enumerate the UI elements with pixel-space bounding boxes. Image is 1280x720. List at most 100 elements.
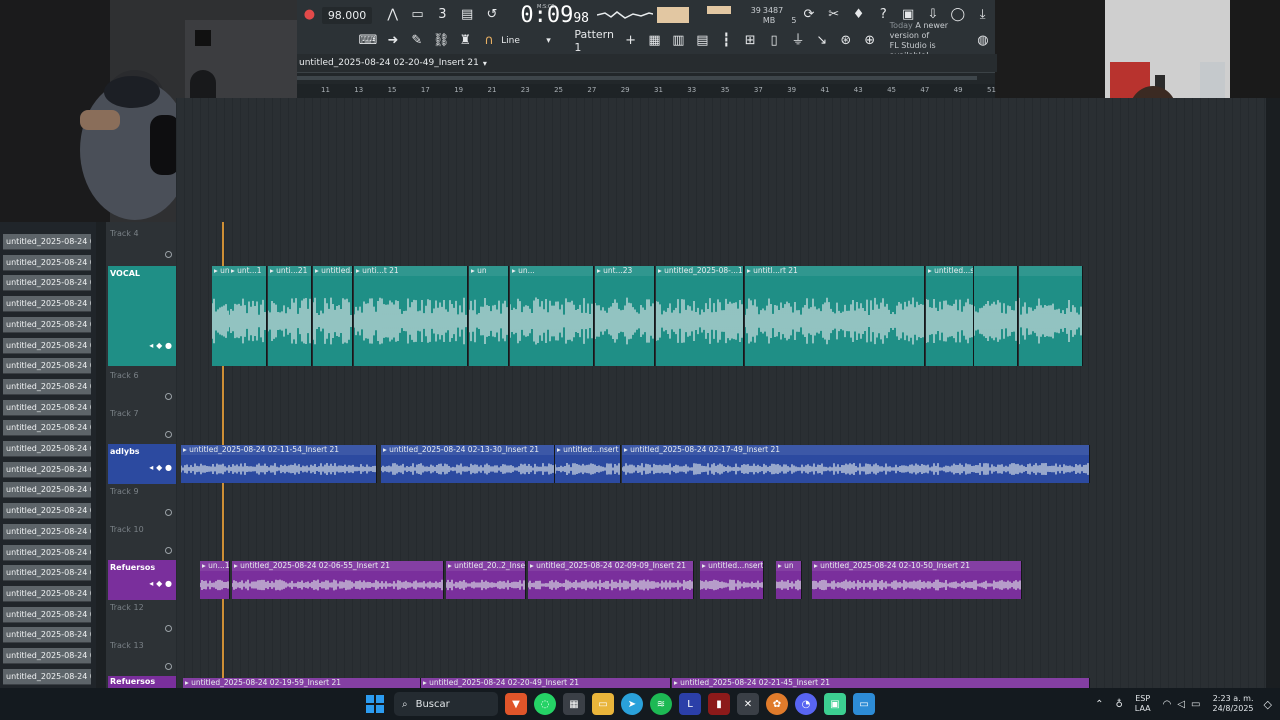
link-icon[interactable]: ⛓ (433, 32, 450, 50)
spotify-app-icon[interactable]: ≋ (650, 693, 672, 715)
keyboard-icon[interactable]: ⌨ (359, 32, 378, 50)
refuersos-clip[interactable]: ▸ un (776, 561, 802, 599)
vocal-clip[interactable]: ▸ unt...23 (595, 266, 655, 366)
vocal-clip[interactable]: ▸ unti...t 21 (354, 266, 468, 366)
adlybs-clip[interactable]: ▸ untitled_2025-08-24 02-11-54_Insert 21 (181, 445, 377, 483)
playlist-icon[interactable]: ▦ (647, 32, 663, 50)
refuersos-clip[interactable]: ▸ untitled_2025-08-24 02-06-55_Insert 21 (232, 561, 444, 599)
vocal-clip[interactable]: ▸ unt..21 (212, 266, 230, 366)
picker-item[interactable]: untitled_2025-08-24 02-... (3, 461, 91, 478)
track-header-7[interactable]: Track 7 (108, 406, 176, 442)
track-header-10[interactable]: Track 10 (108, 522, 176, 558)
refuersos-clip[interactable]: ▸ un...1 (200, 561, 230, 599)
download-icon[interactable]: ⤓ (974, 6, 991, 24)
tempo-display[interactable]: 98.000 (321, 6, 373, 24)
picker-item[interactable]: untitled_2025-08-24 01-... (3, 399, 91, 416)
vertical-scrollbar[interactable] (1266, 98, 1280, 688)
capcut-app-icon[interactable]: ✕ (737, 693, 759, 715)
brave-app-icon[interactable]: ▼ (505, 693, 527, 715)
picker-item[interactable]: untitled_2025-08-24 02-... (3, 565, 91, 582)
notification-icon[interactable]: ◇ (1264, 698, 1272, 711)
picker-item[interactable]: untitled_2025-08-24 02-... (3, 606, 91, 623)
globe-icon[interactable]: ◍ (975, 32, 991, 50)
vocal-clip[interactable] (974, 266, 1018, 366)
channel-rack-icon[interactable]: ▤ (694, 32, 710, 50)
cart-icon[interactable]: ⊕ (862, 32, 878, 50)
picker-item[interactable]: untitled_2025-08-24 01-... (3, 234, 91, 250)
picker-item[interactable]: untitled_2025-08-24 01-... (3, 296, 91, 313)
wait-input-icon[interactable]: ▭ (409, 6, 426, 24)
mixer-icon[interactable]: ┇ (718, 32, 734, 50)
file-explorer-app-icon[interactable]: ▭ (592, 693, 614, 715)
track-toggle-icon[interactable] (165, 509, 172, 516)
playlist-title-chevron-icon[interactable]: ▾ (483, 59, 487, 68)
tool-icon[interactable]: ↘ (814, 32, 830, 50)
picker-item[interactable]: untitled_2025-08-24 01-... (3, 254, 91, 271)
track-toggle-icon[interactable] (165, 663, 172, 670)
track-toggle-icon[interactable] (165, 547, 172, 554)
refuersos-clip[interactable]: ▸ untitled_20..2_Insert 21 (446, 561, 526, 599)
playlist-title-bar[interactable]: untitled_2025-08-24 02-20-49_Insert 21 ▾ (297, 54, 997, 72)
piano-roll-icon[interactable]: ▥ (670, 32, 686, 50)
track-header-vocal[interactable]: VOCAL ◂ ◆ ● (108, 266, 176, 366)
track-toggle-icon[interactable] (165, 251, 172, 258)
clock[interactable]: 2:23 a. m. 24/8/2025 (1213, 694, 1254, 714)
browser-icon[interactable]: ⊞ (742, 32, 758, 50)
refresh-icon[interactable]: ⟳ (801, 6, 818, 24)
picker-item[interactable]: untitled_2025-08-24 01-... (3, 378, 91, 395)
refuersos-clip[interactable]: ▸ untitled_2025-08-24 02-10-50_Insert 21 (812, 561, 1022, 599)
vocal-clip[interactable]: ▸ unt...1 (229, 266, 267, 366)
magnet-icon[interactable]: ∩ (481, 32, 497, 50)
track-toggle-icon[interactable] (165, 393, 172, 400)
picker-item[interactable]: untitled_2025-08-24 02-... (3, 585, 91, 602)
track-toggle-icon[interactable] (165, 431, 172, 438)
record-icon[interactable]: ● (301, 6, 318, 24)
fl-studio-app-icon[interactable]: ✿ (766, 693, 788, 715)
refuersos2-clip[interactable]: ▸ untitled_2025-08-24 02-21-45_Insert 21 (672, 678, 1090, 688)
track-header-adlybs[interactable]: adlybs ◂ ◆ ● (108, 444, 176, 484)
file-icon[interactable]: ▯ (766, 32, 782, 50)
picker-item[interactable]: untitled_2025-08-24 02-... (3, 627, 91, 644)
picker-item[interactable]: untitled_2025-08-24 01-... (3, 358, 91, 375)
adlybs-clip[interactable]: ▸ untitled_2025-08-24 02-13-30_Insert 21 (381, 445, 555, 483)
track-mute-icon[interactable]: ◂ ◆ ● (149, 579, 172, 588)
picker-item[interactable]: untitled_2025-08-24 02-... (3, 503, 91, 520)
track-header-4[interactable]: Track 4 (108, 226, 176, 262)
song-time-display[interactable]: 0:0998 (520, 3, 589, 28)
track-toggle-icon[interactable] (165, 625, 172, 632)
picker-item[interactable]: untitled_2025-08-24 01-... (3, 441, 91, 457)
vocal-clip[interactable]: ▸ untitled...sert 21 (926, 266, 974, 366)
whatsapp-app-icon[interactable]: ◌ (534, 693, 556, 715)
battery-icon[interactable]: ▭ (1191, 699, 1200, 710)
loop-record-icon[interactable]: ↺ (484, 6, 501, 24)
stamp-icon[interactable]: ♜ (457, 32, 473, 50)
picker-item[interactable]: untitled_2025-08-24 01-... (3, 420, 91, 437)
adlybs-clip[interactable]: ▸ untitled_2025-08-24 02-17-49_Insert 21 (622, 445, 1090, 483)
picker-item[interactable]: untitled_2025-08-24 01-... (3, 337, 91, 354)
vocal-clip[interactable]: ▸ untitled...nsert 21 (313, 266, 353, 366)
track-header-refuersos-2[interactable]: Refuersos (108, 676, 176, 688)
taskbar-search[interactable]: ⌕ Buscar (394, 692, 498, 716)
timeline-ruler[interactable]: 11 13 15 17 19 21 23 25 27 29 31 33 35 37 39 41 43 45 47 49… (297, 84, 996, 98)
track-header-refuersos[interactable]: Refuersos ◂ ◆ ● (108, 560, 176, 600)
refuersos2-clip[interactable]: ▸ untitled_2025-08-24 02-19-59_Insert 21 (183, 678, 421, 688)
adlybs-clip[interactable]: ▸ untitled...nsert 21 (555, 445, 621, 483)
brush-icon[interactable]: ✎ (409, 32, 425, 50)
chevron-up-icon[interactable]: ⌃ (1095, 699, 1103, 710)
volume-icon[interactable]: ◁ (1177, 699, 1185, 710)
refuersos-clip[interactable]: ▸ untitled_2025-08-24 02-09-09_Insert 21 (528, 561, 694, 599)
picker-item[interactable]: untitled_2025-08-24 02-... (3, 648, 91, 664)
chevron-down-icon[interactable]: ▾ (541, 32, 557, 50)
vocal-clip[interactable]: ▸ untitled_2025-08-...1-40-38_Insert 21 (656, 266, 744, 366)
picker-item[interactable]: untitled_2025-08-24 02-... (3, 482, 91, 499)
countdown-icon[interactable]: 3 (434, 6, 451, 24)
refuersos-clip[interactable]: ▸ untitled...nsert 21 (700, 561, 764, 599)
vocal-clip[interactable] (1019, 266, 1083, 366)
track-header-9[interactable]: Track 9 (108, 484, 176, 520)
track-header-12[interactable]: Track 12 (108, 600, 176, 636)
wifi-icon[interactable]: ◠ (1163, 699, 1172, 710)
picker-item[interactable]: untitled_2025-08-24 02-... (3, 544, 91, 561)
start-button[interactable] (366, 695, 384, 713)
red-app-icon[interactable]: ▮ (708, 693, 730, 715)
refuersos2-clip[interactable]: ▸ untitled_2025-08-24 02-20-49_Insert 21 (421, 678, 671, 688)
